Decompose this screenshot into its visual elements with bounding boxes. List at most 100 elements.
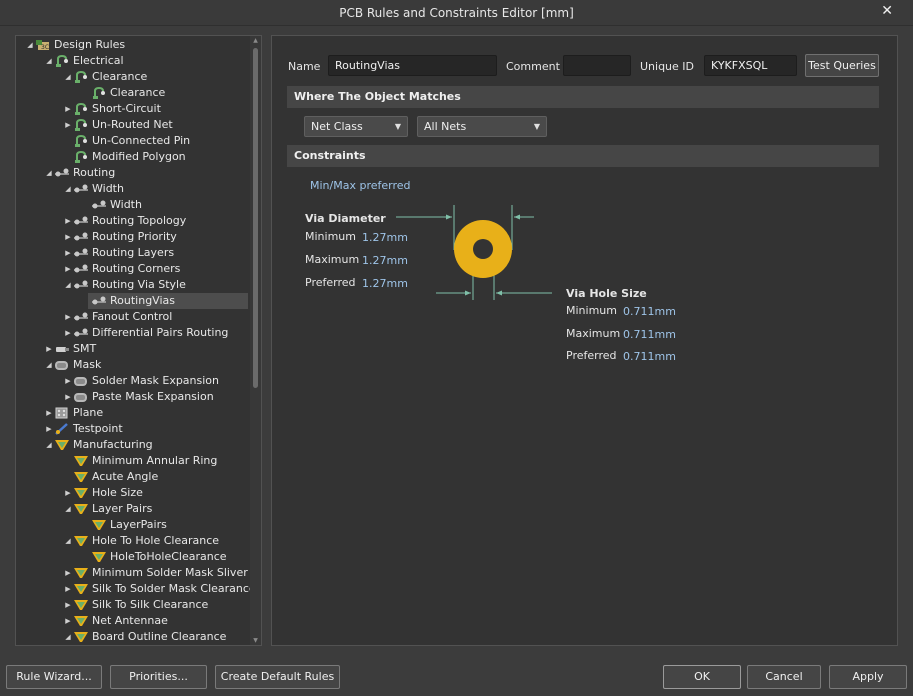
manufacturing-icon (74, 455, 88, 467)
tree-item[interactable]: ▶ Routing Topology (16, 213, 261, 229)
tree-item[interactable]: ◢ Hole To Hole Clearance (16, 533, 261, 549)
tree-item[interactable]: ▶ Short-Circuit (16, 101, 261, 117)
expand-arrow-icon[interactable]: ▶ (63, 613, 73, 629)
tree-item[interactable]: Clearance (16, 85, 261, 101)
expand-arrow-icon[interactable]: ▶ (63, 581, 73, 597)
tree-item[interactable]: ▶ SMT (16, 341, 261, 357)
constraint-mode-link[interactable]: Min/Max preferred (310, 179, 411, 192)
expand-arrow-icon[interactable]: ▶ (63, 101, 73, 117)
routing-icon (74, 263, 88, 275)
expand-arrow-icon[interactable]: ▶ (63, 309, 73, 325)
tree-item[interactable]: ▶ Routing Priority (16, 229, 261, 245)
tree-item[interactable]: Minimum Annular Ring (16, 453, 261, 469)
tree-item[interactable]: ▶ Un-Routed Net (16, 117, 261, 133)
target-select[interactable]: All Nets ▼ (417, 116, 547, 137)
tree-item[interactable]: ◢ Mask (16, 357, 261, 373)
tree-item[interactable]: ▶ Silk To Solder Mask Clearance (16, 581, 261, 597)
tree-item[interactable]: ▶ Hole Size (16, 485, 261, 501)
scope-select[interactable]: Net Class ▼ (304, 116, 408, 137)
expand-arrow-icon[interactable]: ▶ (63, 597, 73, 613)
collapse-arrow-icon[interactable]: ◢ (63, 533, 73, 549)
scroll-up-icon[interactable]: ▲ (251, 37, 260, 44)
tree-item[interactable]: ▶ Minimum Solder Mask Sliver (16, 565, 261, 581)
collapse-arrow-icon[interactable]: ◢ (44, 437, 54, 453)
expand-arrow-icon[interactable]: ▶ (63, 325, 73, 341)
test-queries-button[interactable]: Test Queries (805, 54, 879, 77)
tree-item[interactable]: ◢ Board Outline Clearance (16, 629, 261, 645)
name-label: Name (288, 60, 321, 73)
collapse-arrow-icon[interactable]: ◢ (63, 181, 73, 197)
tree-item[interactable]: ◢ Width (16, 181, 261, 197)
expand-arrow-icon[interactable]: ▶ (63, 229, 73, 245)
scroll-down-icon[interactable]: ▼ (251, 637, 260, 644)
tree-item[interactable]: RoutingVias (88, 293, 248, 309)
rules-tree[interactable]: ◢ 3C Design Rules ◢ Electrical ◢ Clearance Clea… (15, 35, 262, 646)
hole-size-max-value[interactable]: 0.711mm (623, 328, 676, 341)
expand-arrow-icon[interactable]: ▶ (63, 117, 73, 133)
name-field[interactable]: RoutingVias (328, 55, 497, 76)
tree-item-label: Electrical (73, 54, 124, 67)
tree-item[interactable]: ◢ Clearance (16, 69, 261, 85)
comment-field[interactable] (563, 55, 631, 76)
tree-item[interactable]: Modified Polygon (16, 149, 261, 165)
close-icon[interactable]: ✕ (881, 3, 893, 19)
collapse-arrow-icon[interactable]: ◢ (44, 165, 54, 181)
collapse-arrow-icon[interactable]: ◢ (44, 357, 54, 373)
tree-item[interactable]: ▶ Routing Layers (16, 245, 261, 261)
tree-item[interactable]: ▶ Plane (16, 405, 261, 421)
collapse-arrow-icon[interactable]: ◢ (63, 501, 73, 517)
tree-item[interactable]: ◢ Layer Pairs (16, 501, 261, 517)
expand-arrow-icon[interactable]: ▶ (63, 373, 73, 389)
collapse-arrow-icon[interactable]: ◢ (63, 277, 73, 293)
expand-arrow-icon[interactable]: ▶ (63, 213, 73, 229)
routing-icon (74, 231, 88, 243)
expand-arrow-icon[interactable]: ▶ (44, 341, 54, 357)
collapse-arrow-icon[interactable]: ◢ (44, 53, 54, 69)
tree-item[interactable]: ◢ Routing Via Style (16, 277, 261, 293)
create-default-rules-button[interactable]: Create Default Rules (215, 665, 340, 689)
ok-button[interactable]: OK (663, 665, 741, 689)
tree-item[interactable]: ▶ Paste Mask Expansion (16, 389, 261, 405)
priorities-button[interactable]: Priorities... (110, 665, 207, 689)
apply-button[interactable]: Apply (829, 665, 907, 689)
expand-arrow-icon[interactable]: ▶ (63, 389, 73, 405)
tree-item[interactable]: ▶ Solder Mask Expansion (16, 373, 261, 389)
expand-arrow-icon[interactable]: ▶ (63, 245, 73, 261)
tree-item[interactable]: ▶ Fanout Control (16, 309, 261, 325)
tree-item[interactable]: ◢ Manufacturing (16, 437, 261, 453)
hole-size-pref-label: Preferred (566, 349, 617, 362)
tree-item[interactable]: Width (16, 197, 261, 213)
hole-size-min-value[interactable]: 0.711mm (623, 305, 676, 318)
electrical-icon (55, 54, 69, 67)
rule-wizard-button[interactable]: Rule Wizard... (6, 665, 102, 689)
expand-arrow-icon[interactable]: ▶ (63, 261, 73, 277)
tree-item-label: Width (92, 182, 124, 195)
hole-size-pref-value[interactable]: 0.711mm (623, 350, 676, 363)
tree-item[interactable]: LayerPairs (16, 517, 261, 533)
tree-item[interactable]: ▶ Silk To Silk Clearance (16, 597, 261, 613)
tree-item[interactable]: ▶ Routing Corners (16, 261, 261, 277)
tree-item[interactable]: ◢ 3C Design Rules (16, 37, 261, 53)
expand-arrow-icon[interactable]: ▶ (63, 485, 73, 501)
tree-item[interactable]: ◢ Routing (16, 165, 261, 181)
tree-scrollbar[interactable]: ▲ ▼ (250, 36, 261, 645)
scrollbar-thumb[interactable] (253, 48, 258, 388)
tree-item[interactable]: HoleToHoleClearance (16, 549, 261, 565)
expand-arrow-icon[interactable]: ▶ (44, 405, 54, 421)
tree-item[interactable]: Un-Connected Pin (16, 133, 261, 149)
collapse-arrow-icon[interactable]: ◢ (25, 37, 35, 53)
mask-icon (74, 391, 88, 403)
tree-item-label: Mask (73, 358, 102, 371)
unique-id-field[interactable]: KYKFXSQL (704, 55, 797, 76)
tree-item[interactable]: Acute Angle (16, 469, 261, 485)
tree-item[interactable]: ◢ Electrical (16, 53, 261, 69)
tree-item[interactable]: ▶ Net Antennae (16, 613, 261, 629)
collapse-arrow-icon[interactable]: ◢ (63, 629, 73, 645)
collapse-arrow-icon[interactable]: ◢ (63, 69, 73, 85)
tree-item[interactable]: ▶ Testpoint (16, 421, 261, 437)
expand-arrow-icon[interactable]: ▶ (44, 421, 54, 437)
tree-item[interactable]: ▶ Differential Pairs Routing (16, 325, 261, 341)
expand-arrow-icon[interactable]: ▶ (63, 565, 73, 581)
via-diameter-max-label: Maximum (305, 253, 360, 266)
cancel-button[interactable]: Cancel (747, 665, 821, 689)
